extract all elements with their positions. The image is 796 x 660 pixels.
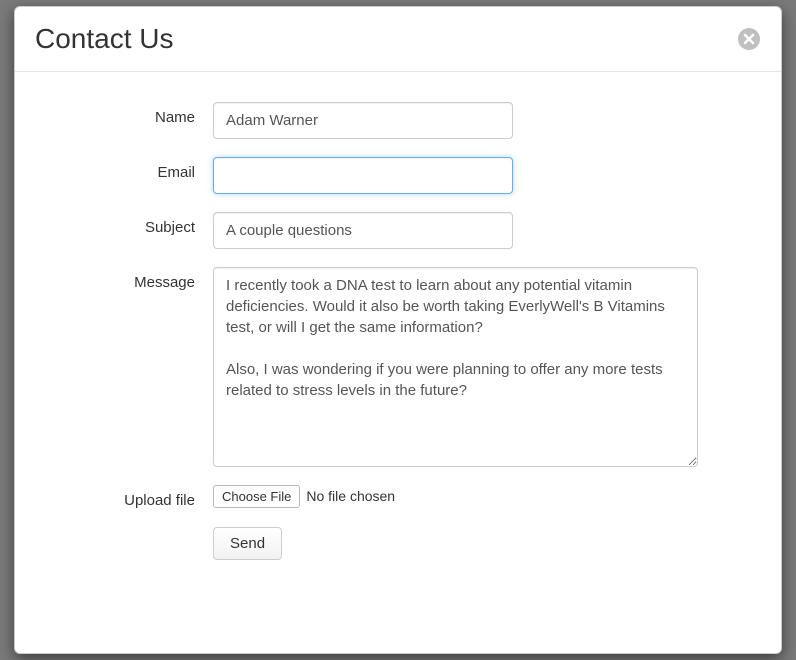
modal-title: Contact Us: [35, 22, 174, 56]
name-row: Name: [35, 102, 761, 139]
close-button[interactable]: [737, 27, 761, 51]
subject-input[interactable]: [213, 212, 513, 249]
email-row: Email: [35, 157, 761, 194]
message-label: Message: [35, 267, 213, 291]
modal-body: Name Email Subject Message Upload file: [15, 72, 781, 653]
name-label: Name: [35, 102, 213, 126]
subject-label: Subject: [35, 212, 213, 236]
file-input-group: Choose File No file chosen: [213, 485, 761, 508]
email-label: Email: [35, 157, 213, 181]
choose-file-button[interactable]: Choose File: [213, 485, 300, 508]
submit-row: Send: [35, 527, 761, 560]
file-status-text: No file chosen: [306, 488, 395, 504]
subject-row: Subject: [35, 212, 761, 249]
close-icon: [738, 28, 760, 50]
modal-header: Contact Us: [15, 7, 781, 72]
upload-row: Upload file Choose File No file chosen: [35, 485, 761, 509]
message-row: Message: [35, 267, 761, 467]
email-input[interactable]: [213, 157, 513, 194]
contact-us-modal: Contact Us Name Email Subject: [14, 6, 782, 654]
upload-label: Upload file: [35, 485, 213, 509]
send-button[interactable]: Send: [213, 527, 282, 560]
name-input[interactable]: [213, 102, 513, 139]
message-textarea[interactable]: [213, 267, 698, 467]
